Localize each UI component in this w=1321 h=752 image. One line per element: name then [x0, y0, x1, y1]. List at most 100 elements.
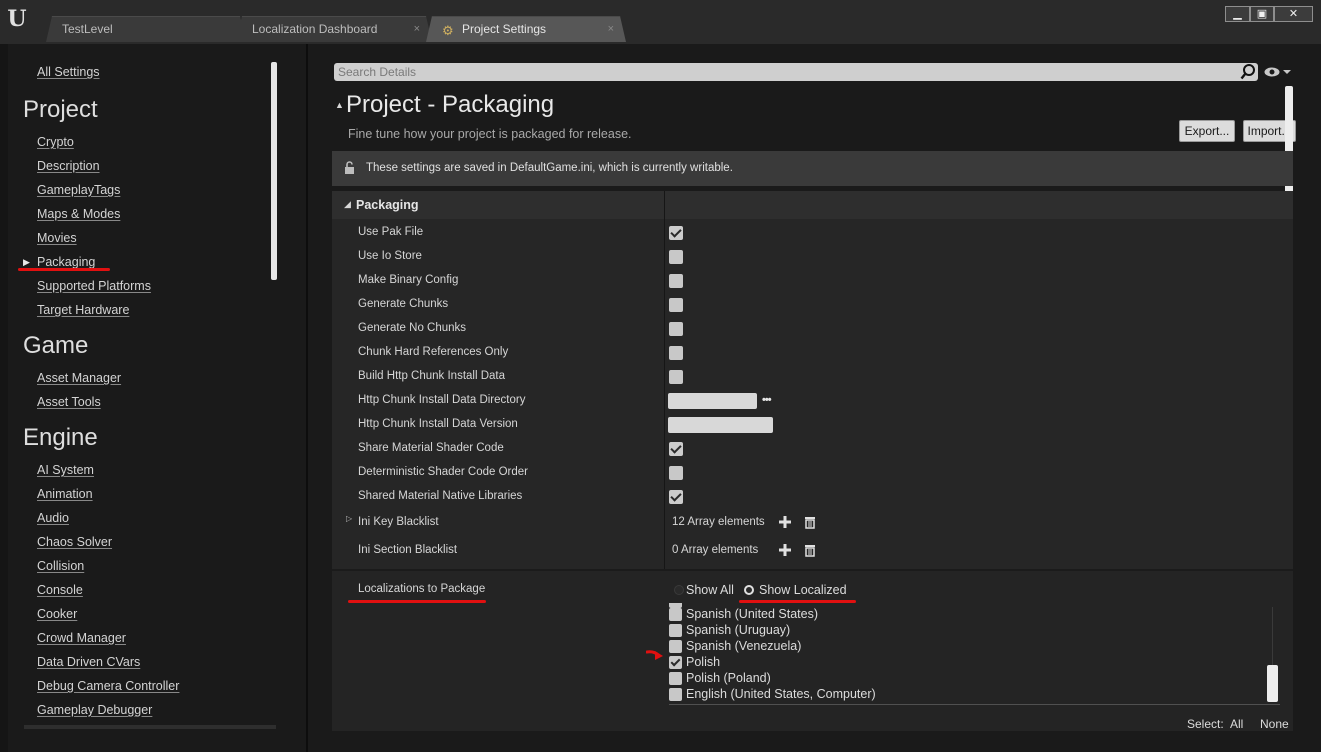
sidebar-item-gameplay-debugger[interactable]: Gameplay Debugger	[37, 703, 152, 717]
sidebar-item-asset-tools[interactable]: Asset Tools	[37, 395, 101, 409]
config-info-bar: These settings are saved in DefaultGame.…	[332, 151, 1293, 186]
close-icon[interactable]: ×	[608, 17, 614, 41]
add-element-icon[interactable]	[778, 543, 792, 557]
deterministic-shader-code-order-checkbox[interactable]	[669, 466, 683, 480]
select-all-link[interactable]: All	[1230, 717, 1243, 731]
collapse-caret-icon[interactable]: ▲	[335, 100, 344, 110]
maximize-button[interactable]: ▣	[1250, 6, 1274, 22]
settings-gear-icon: ⚙	[442, 23, 454, 38]
language-checkbox[interactable]	[669, 688, 682, 701]
minimize-button[interactable]: ▁	[1225, 6, 1250, 22]
sidebar-item-crypto[interactable]: Crypto	[37, 135, 74, 149]
property-label: Use Pak File	[358, 226, 424, 238]
config-info-text: These settings are saved in DefaultGame.…	[366, 162, 733, 174]
chunk-hard-references-only-checkbox[interactable]	[669, 346, 683, 360]
array-count: 12 Array elements	[672, 516, 765, 528]
http-chunk-install-data-directory-field[interactable]	[668, 393, 757, 409]
search-details-box[interactable]	[334, 63, 1258, 81]
sidebar-item-movies[interactable]: Movies	[37, 231, 77, 245]
sidebar-scrollbar[interactable]	[271, 62, 277, 280]
close-icon: ✕	[1288, 8, 1299, 20]
sidebar-item-packaging[interactable]: Packaging	[37, 255, 95, 269]
sidebar-item-audio[interactable]: Audio	[37, 511, 69, 525]
sidebar-item-cooker[interactable]: Cooker	[37, 607, 77, 621]
sidebar-item-description[interactable]: Description	[37, 159, 100, 173]
language-checkbox[interactable]	[669, 608, 682, 621]
http-chunk-install-data-version-field[interactable]	[668, 417, 773, 433]
tab-localization-dashboard[interactable]: Localization Dashboard ×	[236, 16, 432, 42]
language-list-scrollbar[interactable]	[1267, 665, 1278, 702]
generate-no-chunks-checkbox[interactable]	[669, 322, 683, 336]
shared-material-native-libraries-checkbox[interactable]	[669, 490, 683, 504]
tab-testlevel[interactable]: TestLevel	[46, 16, 246, 42]
sidebar-item-asset-manager[interactable]: Asset Manager	[37, 371, 121, 385]
sidebar-item-console[interactable]: Console	[37, 583, 83, 597]
close-icon[interactable]: ×	[414, 17, 420, 41]
show-all-radio[interactable]	[674, 585, 684, 595]
tab-label: Project Settings	[462, 22, 547, 36]
show-localized-label[interactable]: Show Localized	[759, 583, 847, 597]
maximize-icon: ▣	[1256, 8, 1268, 20]
language-checkbox[interactable]	[669, 656, 682, 669]
property-label: Http Chunk Install Data Version	[358, 418, 518, 430]
annotation-underline	[18, 268, 110, 271]
sidebar-item-maps-modes[interactable]: Maps & Modes	[37, 207, 120, 221]
language-list-scroll-track[interactable]	[1272, 607, 1273, 665]
generate-chunks-checkbox[interactable]	[669, 298, 683, 312]
show-localized-radio[interactable]	[744, 585, 754, 595]
search-input[interactable]	[338, 64, 1228, 80]
share-material-shader-code-checkbox[interactable]	[669, 442, 683, 456]
select-none-link[interactable]: None	[1260, 717, 1289, 731]
tab-project-settings[interactable]: ⚙ Project Settings ×	[426, 16, 626, 42]
language-name: Polish	[686, 655, 721, 669]
language-checkbox[interactable]	[669, 640, 682, 653]
close-window-button[interactable]: ✕	[1274, 6, 1313, 22]
language-checkbox[interactable]	[669, 672, 682, 685]
expand-caret-icon[interactable]: ▷	[346, 514, 352, 523]
collapse-caret-icon[interactable]: ◢	[344, 199, 351, 210]
language-checkbox[interactable]	[669, 624, 682, 637]
unlock-icon	[345, 161, 354, 174]
localizations-section: Localizations to Package Show All Show L…	[332, 569, 1293, 731]
sidebar-item-animation[interactable]: Animation	[37, 487, 93, 501]
build-http-chunk-install-data-checkbox[interactable]	[669, 370, 683, 384]
section-title-engine: Engine	[23, 424, 98, 451]
delete-icon[interactable]	[803, 515, 817, 529]
sidebar-horizontal-scrollbar[interactable]	[24, 725, 276, 729]
sidebar-item-crowd-manager[interactable]: Crowd Manager	[37, 631, 126, 645]
sidebar-item-ai-system[interactable]: AI System	[37, 463, 94, 477]
property-label: Share Material Shader Code	[358, 442, 504, 454]
select-label: Select:	[1187, 717, 1224, 731]
sidebar-item-chaos-solver[interactable]: Chaos Solver	[37, 535, 112, 549]
sidebar-item-gameplaytags[interactable]: GameplayTags	[37, 183, 120, 197]
search-icon[interactable]	[1240, 63, 1256, 81]
tab-label: TestLevel	[62, 22, 113, 36]
tab-label: Localization Dashboard	[252, 22, 378, 36]
sidebar-item-target-hardware[interactable]: Target Hardware	[37, 303, 129, 317]
add-element-icon[interactable]	[778, 515, 792, 529]
make-binary-config-checkbox[interactable]	[669, 274, 683, 288]
property-label: Generate No Chunks	[358, 322, 467, 334]
divider	[669, 704, 1280, 705]
sidebar-item-collision[interactable]: Collision	[37, 559, 84, 573]
property-label: Deterministic Shader Code Order	[358, 466, 529, 478]
browse-path-button[interactable]: •••	[762, 394, 772, 406]
show-all-label[interactable]: Show All	[686, 583, 734, 597]
view-options-button[interactable]	[1264, 65, 1292, 79]
page-subtitle: Fine tune how your project is packaged f…	[348, 127, 632, 141]
sidebar-item-all-settings[interactable]: All Settings	[37, 65, 100, 79]
category-title: Packaging	[356, 198, 419, 212]
delete-icon[interactable]	[803, 543, 817, 557]
sidebar-item-supported-platforms[interactable]: Supported Platforms	[37, 279, 151, 293]
language-name: Spanish (Uruguay)	[686, 623, 791, 637]
page-title: Project - Packaging	[346, 91, 555, 118]
export-button[interactable]: Export...	[1179, 120, 1235, 142]
property-label: Build Http Chunk Install Data	[358, 370, 506, 382]
unreal-logo-icon[interactable]: U	[6, 6, 28, 32]
eye-icon	[1264, 67, 1291, 77]
sidebar-item-data-driven-cvars[interactable]: Data Driven CVars	[37, 655, 140, 669]
use-io-store-checkbox[interactable]	[669, 250, 683, 264]
category-header[interactable]: ◢ Packaging	[332, 191, 1293, 219]
use-pak-file-checkbox[interactable]	[669, 226, 683, 240]
sidebar-item-debug-camera-controller[interactable]: Debug Camera Controller	[37, 679, 179, 693]
